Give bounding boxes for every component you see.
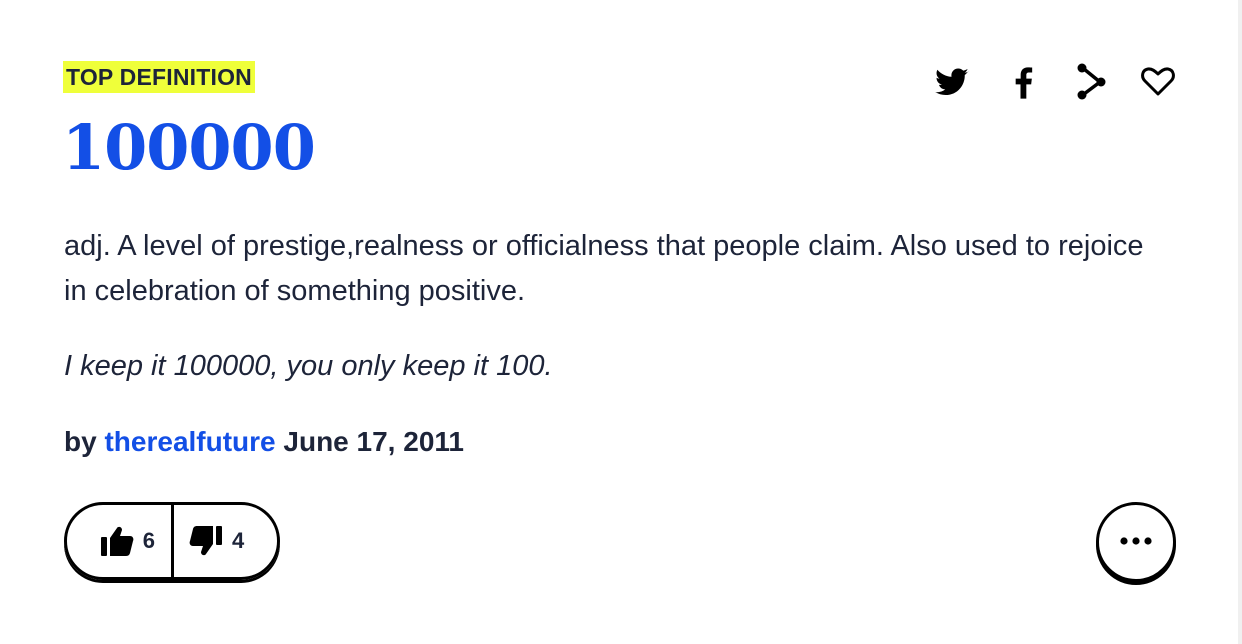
definition-example: I keep it 100000, you only keep it 100.: [64, 350, 553, 382]
contributor-date: June 17, 2011: [283, 426, 464, 457]
share-icon[interactable]: [1072, 60, 1116, 104]
author-link[interactable]: therealfuture: [104, 426, 275, 457]
more-options-button[interactable]: [1096, 502, 1176, 582]
vote-pill: 6 4: [64, 502, 280, 580]
twitter-icon[interactable]: [934, 60, 978, 104]
definition-word-link[interactable]: 100000: [62, 108, 316, 188]
contributor-prefix: by: [64, 426, 97, 457]
thumbs-up-icon: [99, 524, 135, 558]
thumbs-down-icon: [188, 524, 224, 558]
top-definition-badge: TOP DEFINITION: [63, 61, 255, 93]
thumbs-up-button[interactable]: 6: [67, 505, 174, 577]
contributor-line: by therealfuture June 17, 2011: [64, 420, 464, 464]
ellipsis-icon: [1119, 533, 1153, 551]
thumbs-up-count: 6: [142, 528, 155, 553]
thumbs-down-count: 4: [232, 528, 245, 553]
facebook-icon[interactable]: [1004, 60, 1048, 104]
heart-icon[interactable]: [1138, 60, 1182, 104]
page-edge: [1238, 0, 1242, 644]
definition-meaning: adj. A level of prestige,realness or off…: [64, 230, 1144, 307]
definition-card: TOP DEFINITION 100000 adj. A level of pr…: [0, 0, 1238, 644]
thumbs-down-button[interactable]: 4: [174, 505, 277, 577]
